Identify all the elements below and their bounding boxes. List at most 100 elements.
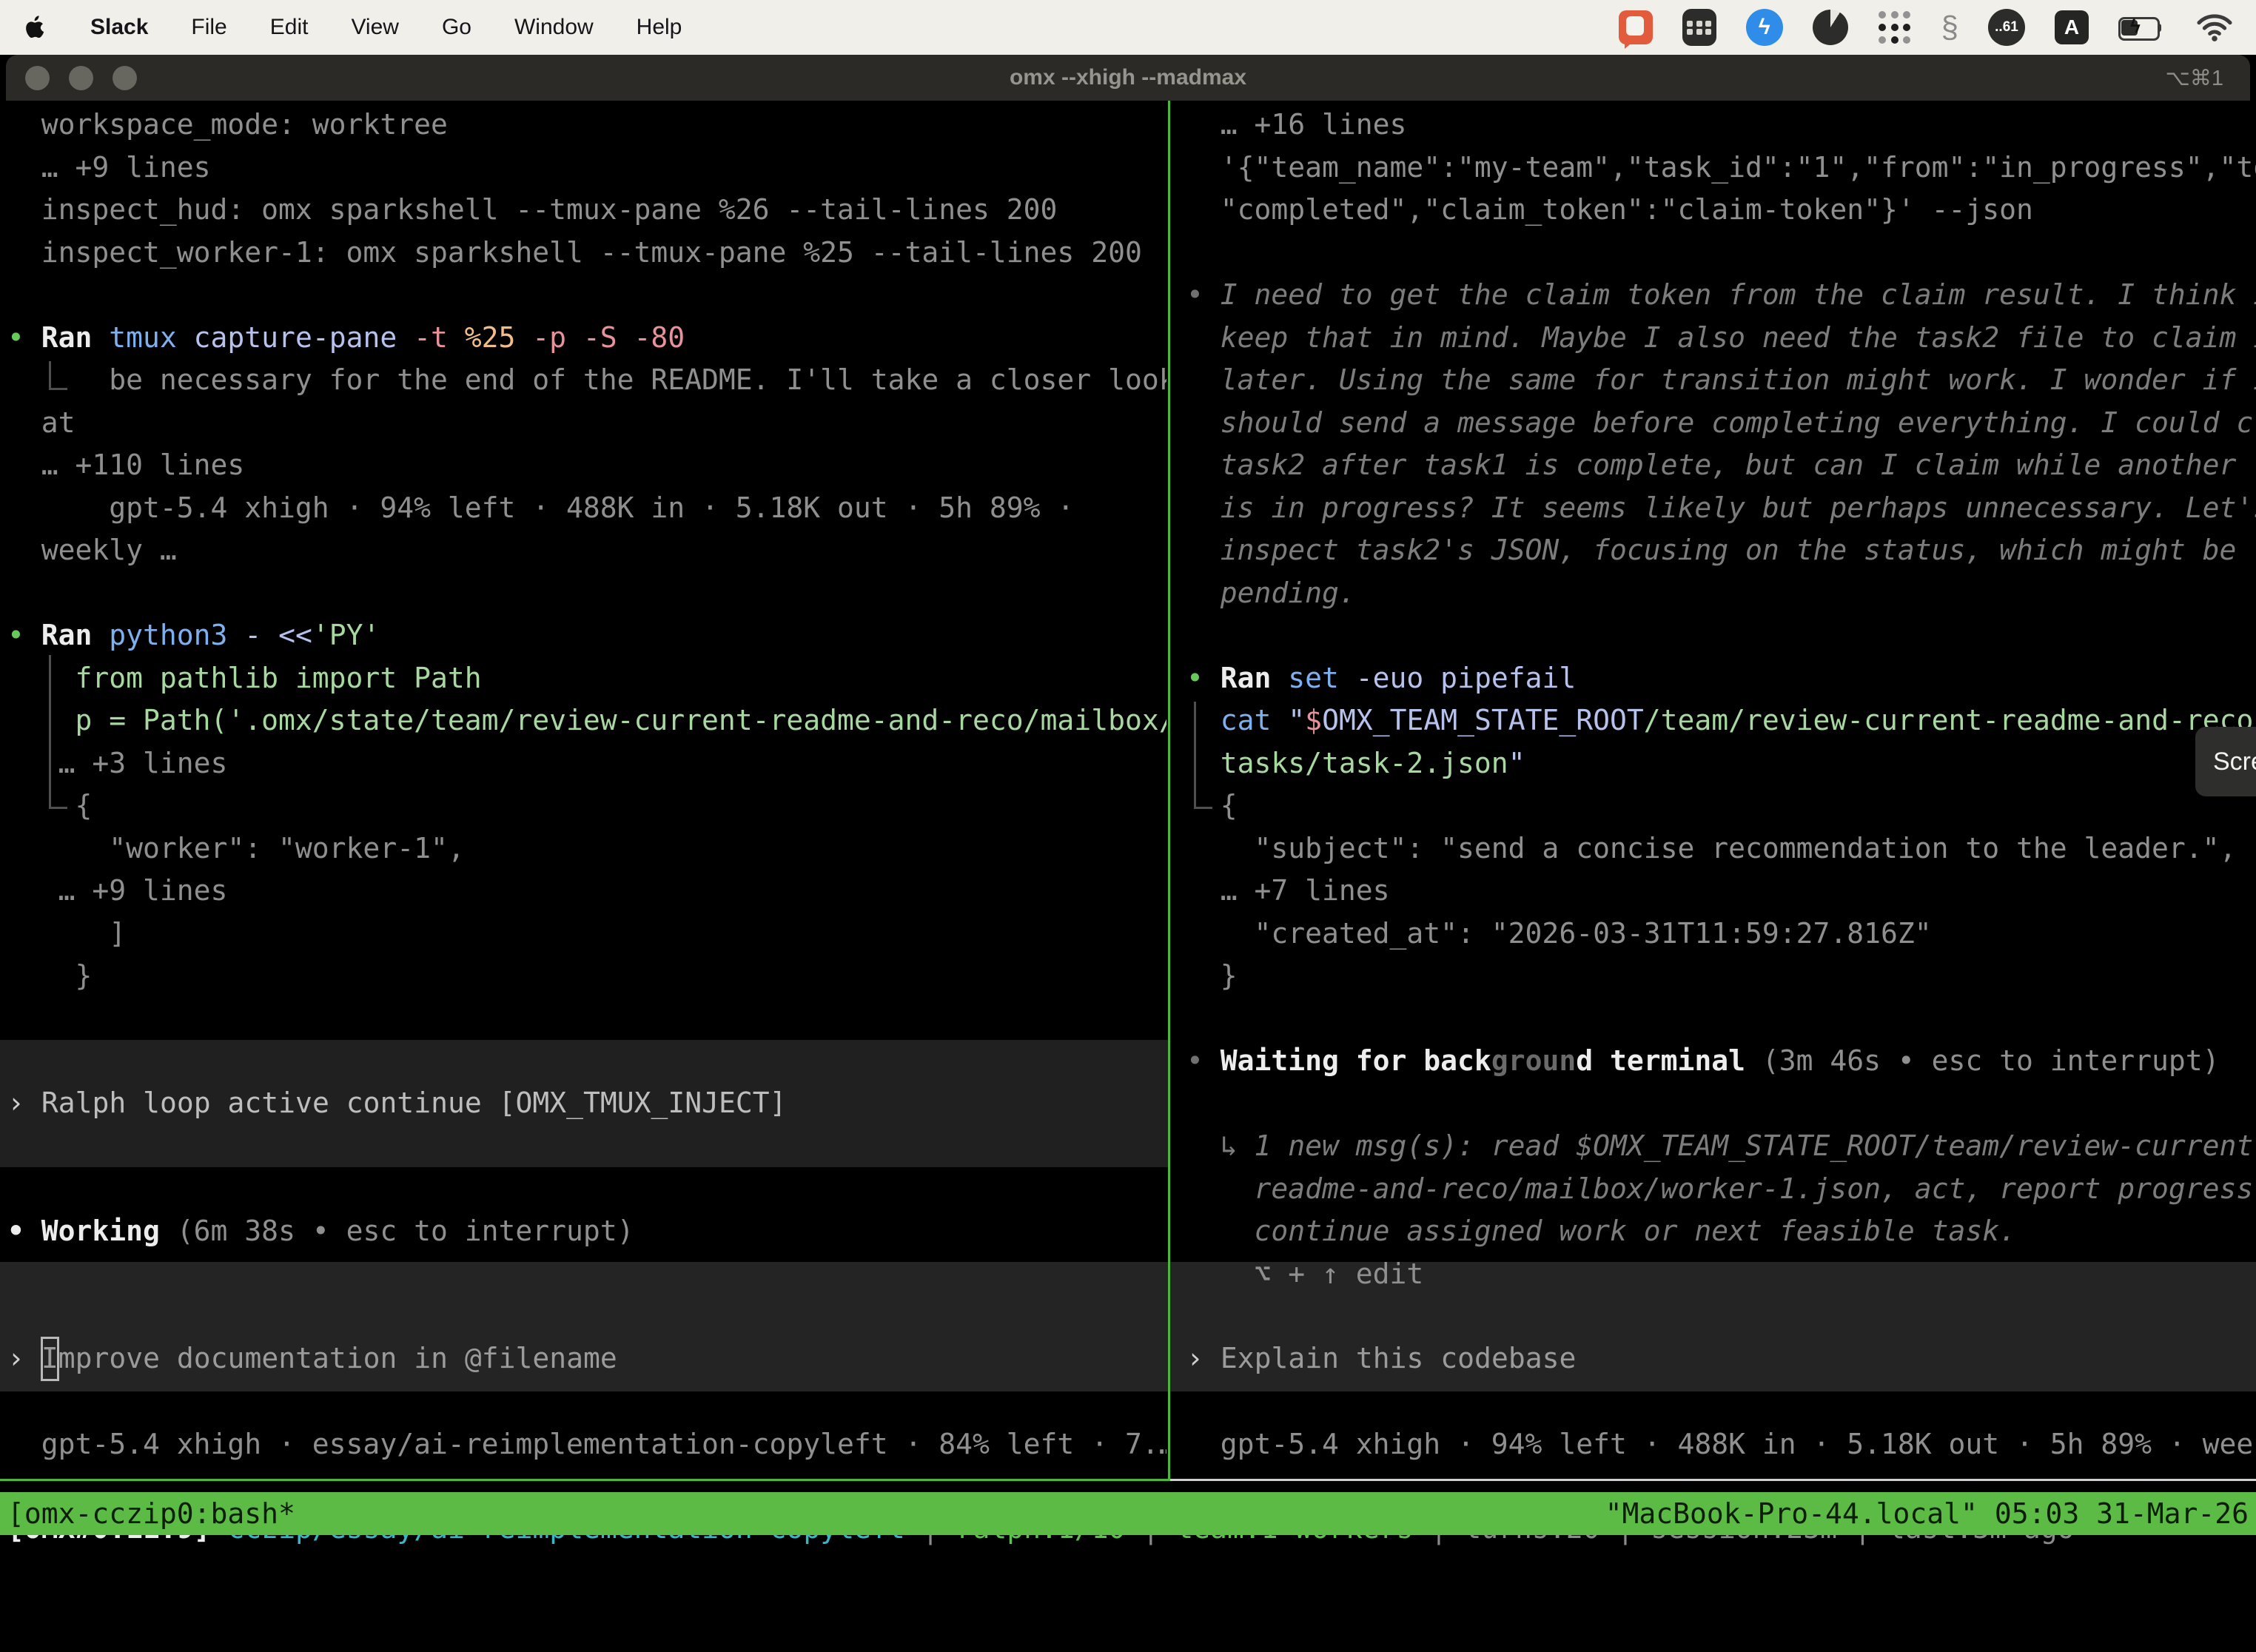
text-segment: • [7,321,41,354]
battery-cap [2158,24,2161,32]
text-segment: "completed","claim_token":"claim-token"}… [1186,193,2033,226]
messenger-icon[interactable]: ϟ [1746,9,1783,46]
prompt-input[interactable]: › Improve documentation in @filename [7,1337,617,1380]
text-segment: "subject": "send a concise recommendatio… [1186,832,2236,864]
terminal-line: readme-and-reco/mailbox/worker-1.json, a… [1186,1168,2256,1211]
text-segment: … +16 lines [1186,108,1406,141]
tooltip-label: Scre [2213,748,2256,776]
ralph-loop-text: Ralph loop active continue [OMX_TMUX_INJ… [41,1082,787,1125]
text-segment: … +9 lines [7,874,227,907]
text-segment: gpt-5.4 xhigh · 94% left · 488K in · 5.1… [7,491,1074,524]
terminal-line: keep that in mind. Maybe I also need the… [1186,317,2256,360]
text-segment: capture-pane [194,321,414,354]
text-segment: } [7,959,92,992]
suggestion-row[interactable]: › Explain this codebase [1186,1337,1576,1380]
menu-edit[interactable]: Edit [270,15,309,40]
text-segment: be necessary for the end of the README. … [7,363,1166,396]
terminal-line: task2 after task1 is complete, but can I… [1186,444,2256,487]
terminal-line: pending. [1186,572,1356,615]
text-segment: gpt-5.4 xhigh · essay/ai-reimplementatio… [7,1428,1166,1460]
text-segment: readme-and-reco/mailbox/worker-1.json, a… [1186,1172,2256,1205]
prompt-chevron: › [1186,1337,1203,1380]
text-segment: Ran [41,619,110,651]
wifi-icon[interactable] [2195,12,2234,43]
apple-menu-icon[interactable] [22,13,47,42]
text-segment: 'PY' [312,619,380,651]
terminal-line: weekly … [7,529,177,572]
terminal-line: continue assigned work or next feasible … [1186,1210,2016,1253]
terminal-line: • I need to get the claim token from the… [1186,274,2256,317]
terminal-line: "subject": "send a concise recommendatio… [1186,827,2236,870]
text-segment: • [1186,278,1221,311]
window-title: omx --xhigh --madmax [6,65,2250,90]
pie-chart-icon[interactable] [1813,10,1848,45]
terminal-line: • Ran python3 - <<'PY' [7,614,380,657]
inactive-pane-border [1170,1479,2256,1481]
text-cursor: I [41,1337,58,1380]
terminal-line: p = Path('.omx/state/team/review-current… [7,699,1166,742]
menu-file[interactable]: File [191,15,226,40]
text-segment: d terminal [1576,1044,1745,1077]
terminal-line: ] [7,913,126,956]
text-segment: -t [414,321,465,354]
right-terminal-pane[interactable]: … +16 lines '{"team_name":"my-team","tas… [1186,104,2256,1479]
text-segment: /team/review-current-readme-and-reco/ [1644,704,2256,736]
terminal-line: gpt-5.4 xhigh · 94% left · 488K in · 5.1… [1186,1423,2256,1466]
text-segment: - << [244,619,312,651]
text-segment: (3m 46s • esc to interrupt) [1745,1044,2220,1077]
text-segment: workspace_mode: worktree [7,108,448,141]
text-segment: from pathlib import Path [7,662,482,694]
text-segment: is in progress? It seems likely but perh… [1186,491,2256,524]
terminal-line: workspace_mode: worktree [7,104,448,147]
dots-grid-icon[interactable] [1878,10,1912,44]
text-segment: Working [41,1215,177,1247]
count-badge-icon[interactable]: ..61 [1988,9,2025,46]
menu-view[interactable]: View [351,15,398,40]
terminal-line: • Working (6m 38s • esc to interrupt) [7,1210,634,1253]
terminal-line: "created_at": "2026-03-31T11:59:27.816Z" [1186,913,1932,956]
menu-go[interactable]: Go [442,15,471,40]
terminal-line: is in progress? It seems likely but perh… [1186,487,2256,530]
menu-help[interactable]: Help [637,15,682,40]
text-segment: inspect_worker-1: omx sparkshell --tmux-… [7,236,1142,269]
text-segment: Ran [41,321,110,354]
text-segment: pending. [1186,577,1356,609]
text-segment: -euo pipefail [1356,662,1576,694]
terminal-line: … +7 lines [1186,870,1390,913]
pane-divider[interactable] [1168,101,1170,1479]
squiggle-icon[interactable]: § [1941,10,1958,45]
input-source-icon[interactable]: A [2055,10,2089,44]
terminal-line: later. Using the same for transition mig… [1186,359,2256,402]
terminal-line: • Ran set -euo pipefail [1186,657,1576,700]
left-terminal-pane[interactable]: workspace_mode: worktree … +9 lines insp… [7,104,1166,1479]
text-segment: } [1186,959,1238,992]
battery-charging-icon[interactable]: ϟ [2118,16,2166,38]
terminal-line: '{"team_name":"my-team","task_id":"1","f… [1186,147,2256,189]
placeholder-text: mprove documentation in @filename [58,1337,617,1380]
text-segment: '{"team_name":"my-team","task_id":"1","f… [1186,151,2256,184]
window-shortcut: ⌥⌘1 [2165,65,2223,91]
terminal-line: • Ran tmux capture-pane -t %25 -p -S -80 [7,317,685,360]
suggestion-text: Explain this codebase [1221,1337,1576,1380]
terminal-line: … +3 lines [7,742,227,785]
text-segment: "worker": "worker-1", [7,832,465,864]
terminal-line: inspect_worker-1: omx sparkshell --tmux-… [7,232,1142,275]
text-segment: … +110 lines [7,449,244,481]
chat-app-icon[interactable] [1619,10,1653,44]
menu-window[interactable]: Window [514,15,594,40]
text-segment: weekly … [7,534,177,566]
text-segment: • [7,1215,41,1247]
text-segment: • [1186,662,1221,694]
text-segment: ] [7,917,126,950]
indent-guide [49,655,67,809]
window-title-bar: omx --xhigh --madmax ⌥⌘1 [6,55,2250,101]
text-segment: tasks/task-2.json [1186,747,1508,779]
text-segment: (6m 38s • esc to interrupt) [177,1215,634,1247]
terminal: workspace_mode: worktree … +9 lines insp… [0,101,2256,1652]
menu-slack[interactable]: Slack [90,15,148,40]
text-segment: Waiting for back [1221,1044,1491,1077]
text-segment: ⌥ + ↑ edit [1186,1258,1423,1290]
keyboard-grid-icon[interactable] [1682,9,1716,46]
indent-guide [1194,702,1212,809]
text-segment: %25 [465,321,533,354]
